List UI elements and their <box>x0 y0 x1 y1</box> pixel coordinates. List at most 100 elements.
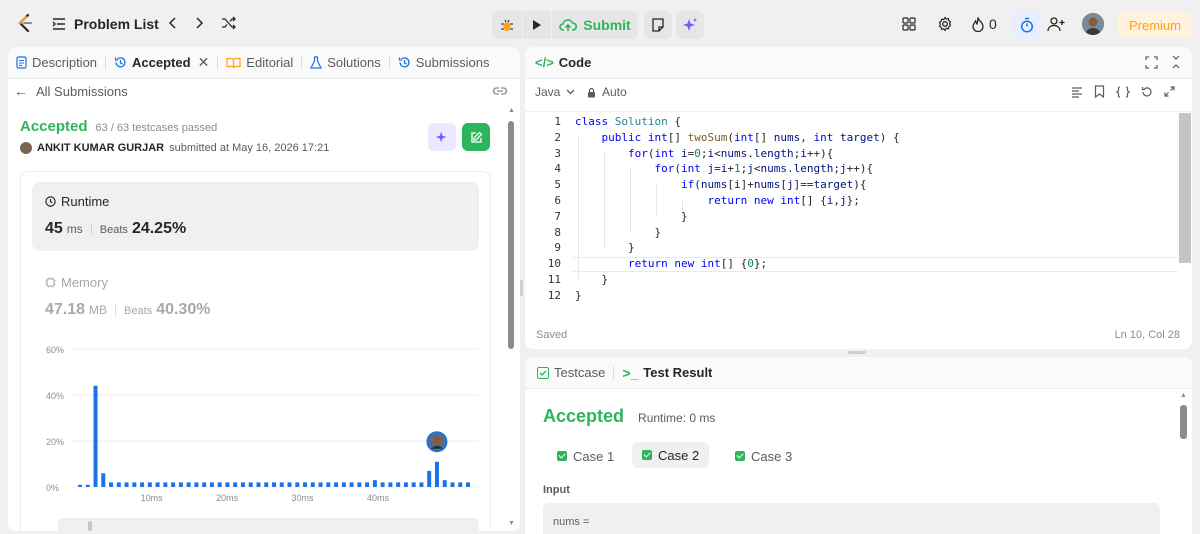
streak-counter[interactable]: 0 <box>972 14 997 34</box>
close-icon[interactable]: ✕ <box>198 54 210 71</box>
maximize-button[interactable] <box>1145 56 1158 74</box>
chart-bar[interactable] <box>303 482 308 487</box>
chart-bar[interactable] <box>434 461 439 487</box>
chart-bar[interactable] <box>380 482 385 487</box>
chart-bar[interactable] <box>318 482 323 487</box>
case-2-tab[interactable]: Case 2 <box>632 442 710 468</box>
chart-bar[interactable] <box>310 482 315 487</box>
tab-submissions[interactable]: Submissions <box>390 47 498 79</box>
memory-card[interactable]: Memory 47.18 MB Beats 40.30% <box>32 265 479 325</box>
analyze-button[interactable] <box>428 123 456 151</box>
author-name[interactable]: ANKIT KUMAR GURJAR <box>37 142 164 154</box>
chart-bar[interactable] <box>225 482 230 487</box>
chart-bar[interactable] <box>186 482 191 487</box>
chart-bar[interactable] <box>334 482 339 487</box>
shuffle-button[interactable] <box>220 14 238 32</box>
code-line[interactable]: } <box>575 226 661 239</box>
vertical-splitter[interactable] <box>520 280 523 296</box>
user-avatar[interactable] <box>1082 13 1104 35</box>
runtime-distribution-chart[interactable]: 60% 40% 20% 0% 10ms 20ms 30ms 40ms <box>28 337 488 513</box>
copy-link-button[interactable] <box>492 84 508 102</box>
chart-bar[interactable] <box>365 482 370 487</box>
chart-bar[interactable] <box>458 482 463 487</box>
code-line[interactable]: return new int[] {i,j}; <box>575 194 859 207</box>
scroll-up-icon[interactable]: ▲ <box>1180 392 1187 399</box>
chart-bar[interactable] <box>155 482 160 487</box>
code-line[interactable]: } <box>575 289 582 302</box>
code-line[interactable]: } <box>575 273 608 286</box>
chart-bar[interactable] <box>466 482 470 487</box>
chart-bar[interactable] <box>209 482 214 487</box>
chart-range-slider[interactable] <box>58 518 479 531</box>
chart-bar[interactable] <box>403 482 408 487</box>
tab-test-result[interactable]: >_ Test Result <box>614 357 720 389</box>
code-line[interactable]: for(int j=i+1;j<nums.length;j++){ <box>575 162 873 175</box>
chart-bar[interactable] <box>240 482 245 487</box>
all-submissions-link[interactable]: ← All Submissions <box>14 83 128 99</box>
chart-bar[interactable] <box>264 482 269 487</box>
result-scrollbar[interactable]: ▲ <box>1179 392 1189 532</box>
chart-bar[interactable] <box>101 473 106 487</box>
code-line[interactable]: class Solution { <box>575 115 681 128</box>
timer-button[interactable] <box>1012 11 1042 39</box>
chart-bar[interactable] <box>341 482 346 487</box>
scroll-thumb[interactable] <box>508 121 514 349</box>
chart-bar[interactable] <box>450 482 455 487</box>
problem-list-button[interactable]: Problem List <box>52 13 159 35</box>
chart-bar[interactable] <box>279 482 284 487</box>
next-problem-button[interactable] <box>192 14 208 32</box>
chart-bar[interactable] <box>163 482 168 487</box>
auto-mode[interactable]: Auto <box>587 85 627 99</box>
chart-bar[interactable] <box>326 482 331 487</box>
tab-solutions[interactable]: Solutions <box>302 47 388 79</box>
premium-button[interactable]: Premium <box>1118 12 1192 38</box>
code-line[interactable]: } <box>575 241 635 254</box>
notes-button[interactable] <box>644 11 672 39</box>
code-line[interactable]: return new int[] {0}; <box>575 257 767 270</box>
tab-editorial[interactable]: Editorial <box>218 47 301 79</box>
chart-bar[interactable] <box>388 482 393 487</box>
chart-bar[interactable] <box>411 482 416 487</box>
chart-bar[interactable] <box>124 482 129 487</box>
chart-bar[interactable] <box>256 482 261 487</box>
tab-code[interactable]: </> Code <box>525 47 599 79</box>
leetcode-logo-icon[interactable] <box>14 12 36 34</box>
collapse-button[interactable] <box>1171 55 1181 74</box>
chart-bar[interactable] <box>202 482 207 487</box>
runtime-card[interactable]: Runtime 45 ms Beats 24.25% <box>32 182 479 251</box>
slider-handle[interactable] <box>88 521 92 531</box>
chart-bar[interactable] <box>85 484 90 487</box>
braces-icon[interactable] <box>1116 85 1130 98</box>
left-scrollbar[interactable]: ▲ ▼ <box>506 107 516 531</box>
language-select[interactable]: Java <box>535 85 575 99</box>
chart-bar[interactable] <box>295 482 300 487</box>
chart-bar[interactable] <box>132 482 137 487</box>
chart-bar[interactable] <box>357 482 362 487</box>
chart-bar[interactable] <box>349 482 354 487</box>
chart-bar[interactable] <box>140 482 145 487</box>
scroll-up-icon[interactable]: ▲ <box>508 107 515 114</box>
format-icon[interactable] <box>1071 86 1083 98</box>
code-line[interactable]: if(nums[i]+nums[j]==target){ <box>575 178 867 191</box>
chart-bar[interactable] <box>171 482 176 487</box>
run-button[interactable] <box>523 11 551 39</box>
case-3-tab[interactable]: Case 3 <box>725 444 802 468</box>
chart-bar[interactable] <box>396 482 401 487</box>
chart-bar[interactable] <box>427 470 432 487</box>
fullscreen-icon[interactable] <box>1164 86 1175 97</box>
scroll-thumb[interactable] <box>1180 405 1187 439</box>
chart-bar[interactable] <box>194 482 199 487</box>
editor-scroll-thumb[interactable] <box>1179 113 1191 263</box>
debug-button[interactable] <box>492 11 522 39</box>
case-1-tab[interactable]: Case 1 <box>547 444 624 468</box>
code-line[interactable]: } <box>575 210 688 223</box>
tab-accepted[interactable]: Accepted ✕ <box>106 47 217 79</box>
code-line[interactable]: for(int i=0;i<nums.length;i++){ <box>575 147 833 160</box>
chart-bar[interactable] <box>442 480 447 487</box>
reset-icon[interactable] <box>1141 86 1153 98</box>
submit-button[interactable]: Submit <box>552 11 638 39</box>
tab-description[interactable]: Description <box>8 47 105 79</box>
settings-button[interactable] <box>936 15 954 33</box>
tab-testcase[interactable]: Testcase <box>525 357 613 389</box>
horizontal-splitter[interactable] <box>848 351 866 354</box>
